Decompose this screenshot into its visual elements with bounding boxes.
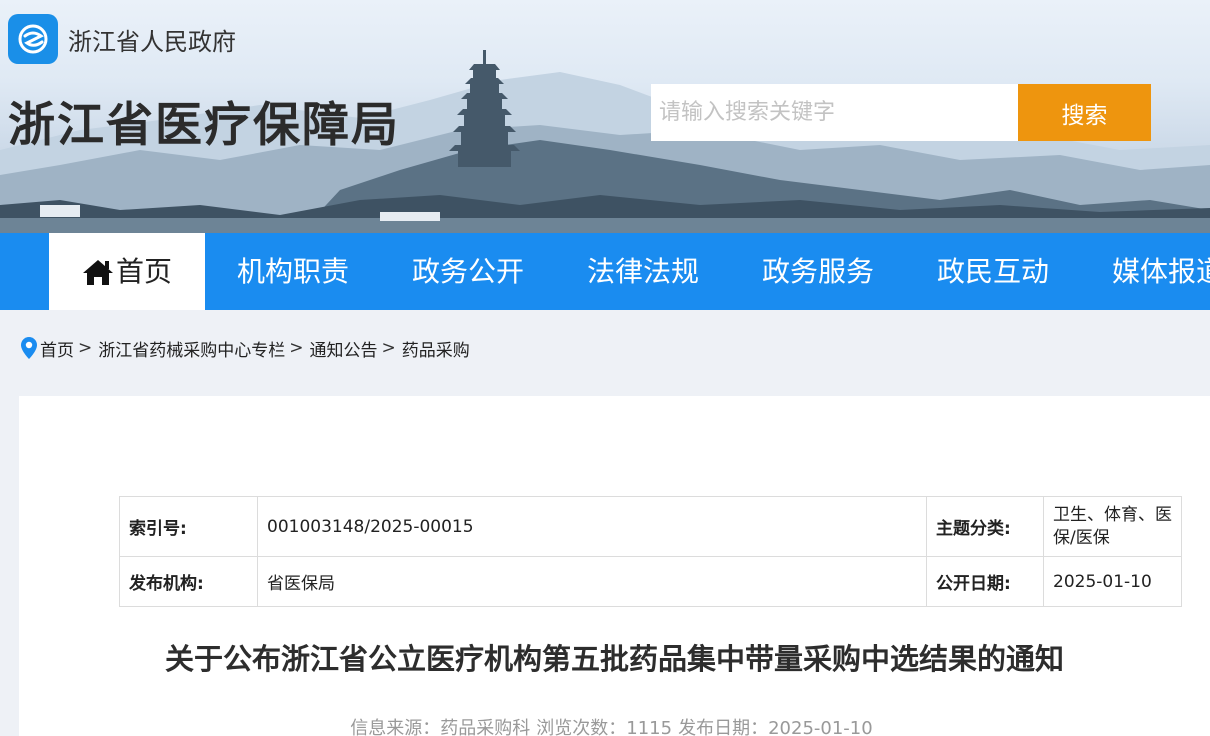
main-navigation: 首页 机构职责 政务公开 法律法规 政务服务 政民互动 媒体报道: [0, 233, 1210, 310]
open-date-value: 2025-01-10: [1043, 556, 1182, 607]
breadcrumb-notices[interactable]: 通知公告: [310, 336, 378, 361]
nav-item-home[interactable]: 首页: [49, 233, 205, 310]
nav-item-government-affairs-disclosure[interactable]: 政务公开: [412, 233, 524, 310]
breadcrumb-drug-procurement[interactable]: 药品采购: [402, 336, 470, 361]
breadcrumb-separator: >: [289, 338, 304, 358]
zhejiang-government-logo-icon: [8, 14, 58, 64]
provincial-government-name: 浙江省人民政府: [68, 27, 236, 56]
article-title: 关于公布浙江省公立医疗机构第五批药品集中带量采购中选结果的通知: [164, 642, 1064, 676]
breadcrumb-separator: >: [78, 338, 93, 358]
publisher-label: 发布机构:: [119, 556, 258, 607]
publish-date: 发布日期：2025-01-10: [678, 718, 873, 736]
table-row: 索引号: 001003148/2025-00015 主题分类: 卫生、体育、医保…: [119, 496, 1182, 557]
header-banner: 浙江省人民政府 浙江省医疗保障局 搜索: [0, 0, 1210, 233]
provincial-government-link[interactable]: 浙江省人民政府: [8, 14, 236, 64]
nav-item-institution-duties[interactable]: 机构职责: [237, 233, 349, 310]
breadcrumb: 首页 > 浙江省药械采购中心专栏 > 通知公告 > 药品采购: [20, 333, 470, 363]
article-info: 信息来源：药品采购科 浏览次数：1115 发布日期：2025-01-10: [19, 714, 1210, 736]
breadcrumb-separator: >: [381, 338, 396, 358]
site-title: 浙江省医疗保障局: [8, 98, 400, 153]
breadcrumb-home[interactable]: 首页: [40, 336, 74, 361]
index-number-value: 001003148/2025-00015: [257, 496, 927, 557]
home-icon: [82, 258, 114, 286]
nav-item-public-interaction[interactable]: 政民互动: [937, 233, 1049, 310]
nav-item-government-services[interactable]: 政务服务: [762, 233, 874, 310]
breadcrumb-procurement-center-column[interactable]: 浙江省药械采购中心专栏: [98, 336, 285, 361]
publisher-value: 省医保局: [257, 556, 927, 607]
nav-item-label: 首页: [115, 255, 172, 288]
nav-item-media-reports[interactable]: 媒体报道: [1112, 233, 1210, 310]
open-date-label: 公开日期:: [926, 556, 1044, 607]
table-row: 发布机构: 省医保局 公开日期: 2025-01-10: [119, 556, 1182, 607]
nav-item-laws-regulations[interactable]: 法律法规: [587, 233, 699, 310]
location-pin-icon: [20, 336, 38, 360]
search-input[interactable]: [651, 84, 1018, 141]
info-source: 信息来源：药品采购科: [350, 718, 531, 736]
document-metadata-table: 索引号: 001003148/2025-00015 主题分类: 卫生、体育、医保…: [119, 496, 1182, 607]
topic-category-value: 卫生、体育、医保/医保: [1043, 496, 1182, 557]
article-content-panel: 索引号: 001003148/2025-00015 主题分类: 卫生、体育、医保…: [19, 396, 1210, 736]
search-button[interactable]: 搜索: [1018, 84, 1151, 141]
view-count: 浏览次数：1115: [536, 718, 673, 736]
search-bar: 搜索: [651, 84, 1151, 141]
topic-category-label: 主题分类:: [926, 496, 1044, 557]
index-number-label: 索引号:: [119, 496, 258, 557]
